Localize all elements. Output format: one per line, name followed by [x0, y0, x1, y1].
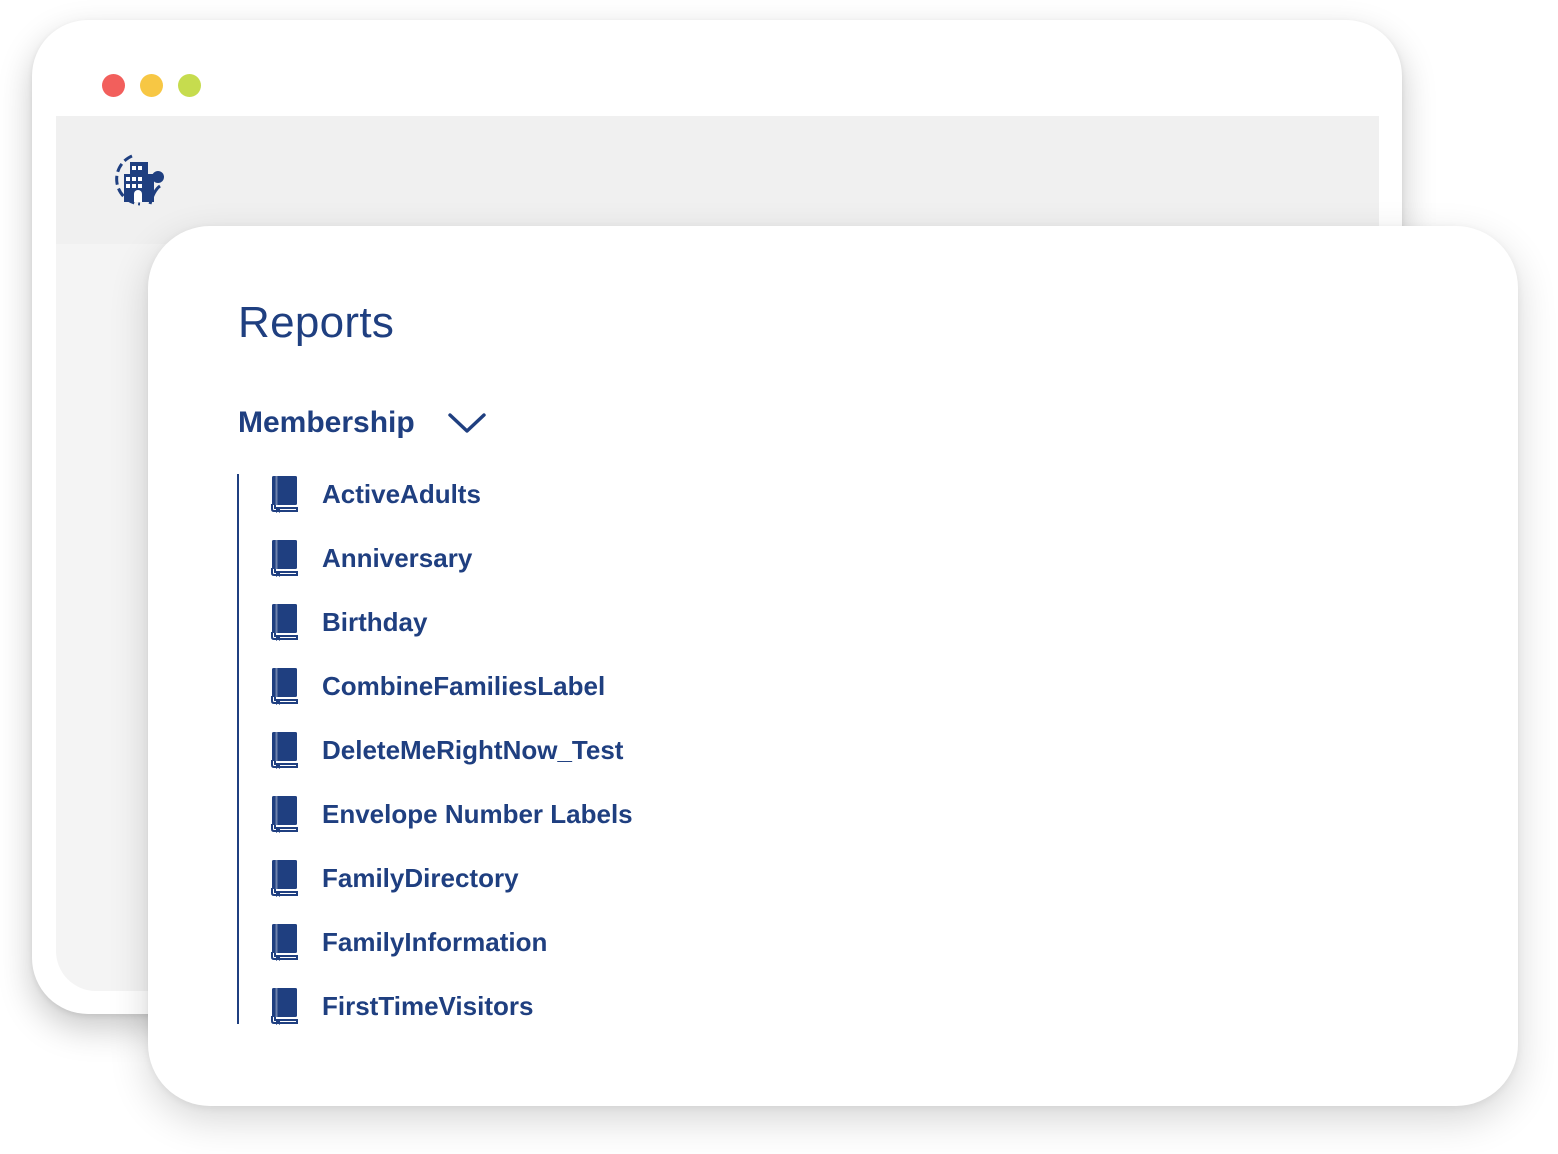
- book-icon: [271, 924, 298, 961]
- report-item-label: Anniversary: [322, 542, 473, 573]
- report-item[interactable]: Envelope Number Labels: [269, 794, 633, 834]
- book-icon: [271, 668, 298, 705]
- membership-section-toggle[interactable]: Membership: [238, 406, 487, 440]
- book-icon: [271, 540, 298, 577]
- report-item[interactable]: ActiveAdults: [269, 474, 481, 514]
- report-item-label: FamilyDirectory: [322, 862, 519, 893]
- app-header: [56, 116, 1379, 244]
- close-window-button[interactable]: [102, 74, 125, 97]
- window-controls: [102, 74, 201, 97]
- maximize-window-button[interactable]: [178, 74, 201, 97]
- report-item[interactable]: CombineFamiliesLabel: [269, 666, 605, 706]
- report-item[interactable]: Anniversary: [269, 538, 472, 578]
- report-item-label: Birthday: [322, 606, 428, 637]
- book-icon: [271, 732, 298, 769]
- report-item[interactable]: FamilyInformation: [269, 922, 547, 962]
- report-item-label: Envelope Number Labels: [322, 798, 633, 829]
- stage: Reports Membership ActiveAdults Annivers…: [0, 0, 1558, 1154]
- book-icon: [271, 860, 298, 897]
- book-icon: [271, 476, 298, 513]
- report-item-label: ActiveAdults: [322, 478, 481, 509]
- book-icon: [271, 604, 298, 641]
- report-item-label: FirstTimeVisitors: [322, 990, 534, 1021]
- minimize-window-button[interactable]: [140, 74, 163, 97]
- report-item-label: FamilyInformation: [322, 926, 548, 957]
- report-list: ActiveAdults Anniversary Birthday Combin…: [237, 474, 939, 1026]
- chevron-down-icon: [448, 413, 486, 433]
- section-label: Membership: [238, 406, 415, 439]
- page-title: Reports: [238, 298, 395, 347]
- report-item[interactable]: FirstTimeVisitors: [269, 986, 533, 1026]
- report-item-label: DeleteMeRightNow_Test: [322, 734, 624, 765]
- book-icon: [271, 796, 298, 833]
- report-item[interactable]: DeleteMeRightNow_Test: [269, 730, 623, 770]
- report-item[interactable]: Birthday: [269, 602, 427, 642]
- report-item[interactable]: FamilyDirectory: [269, 858, 519, 898]
- report-item-label: CombineFamiliesLabel: [322, 670, 606, 701]
- church-building-icon[interactable]: [110, 152, 168, 208]
- book-icon: [271, 988, 298, 1025]
- reports-panel: Reports Membership ActiveAdults Annivers…: [148, 226, 1518, 1106]
